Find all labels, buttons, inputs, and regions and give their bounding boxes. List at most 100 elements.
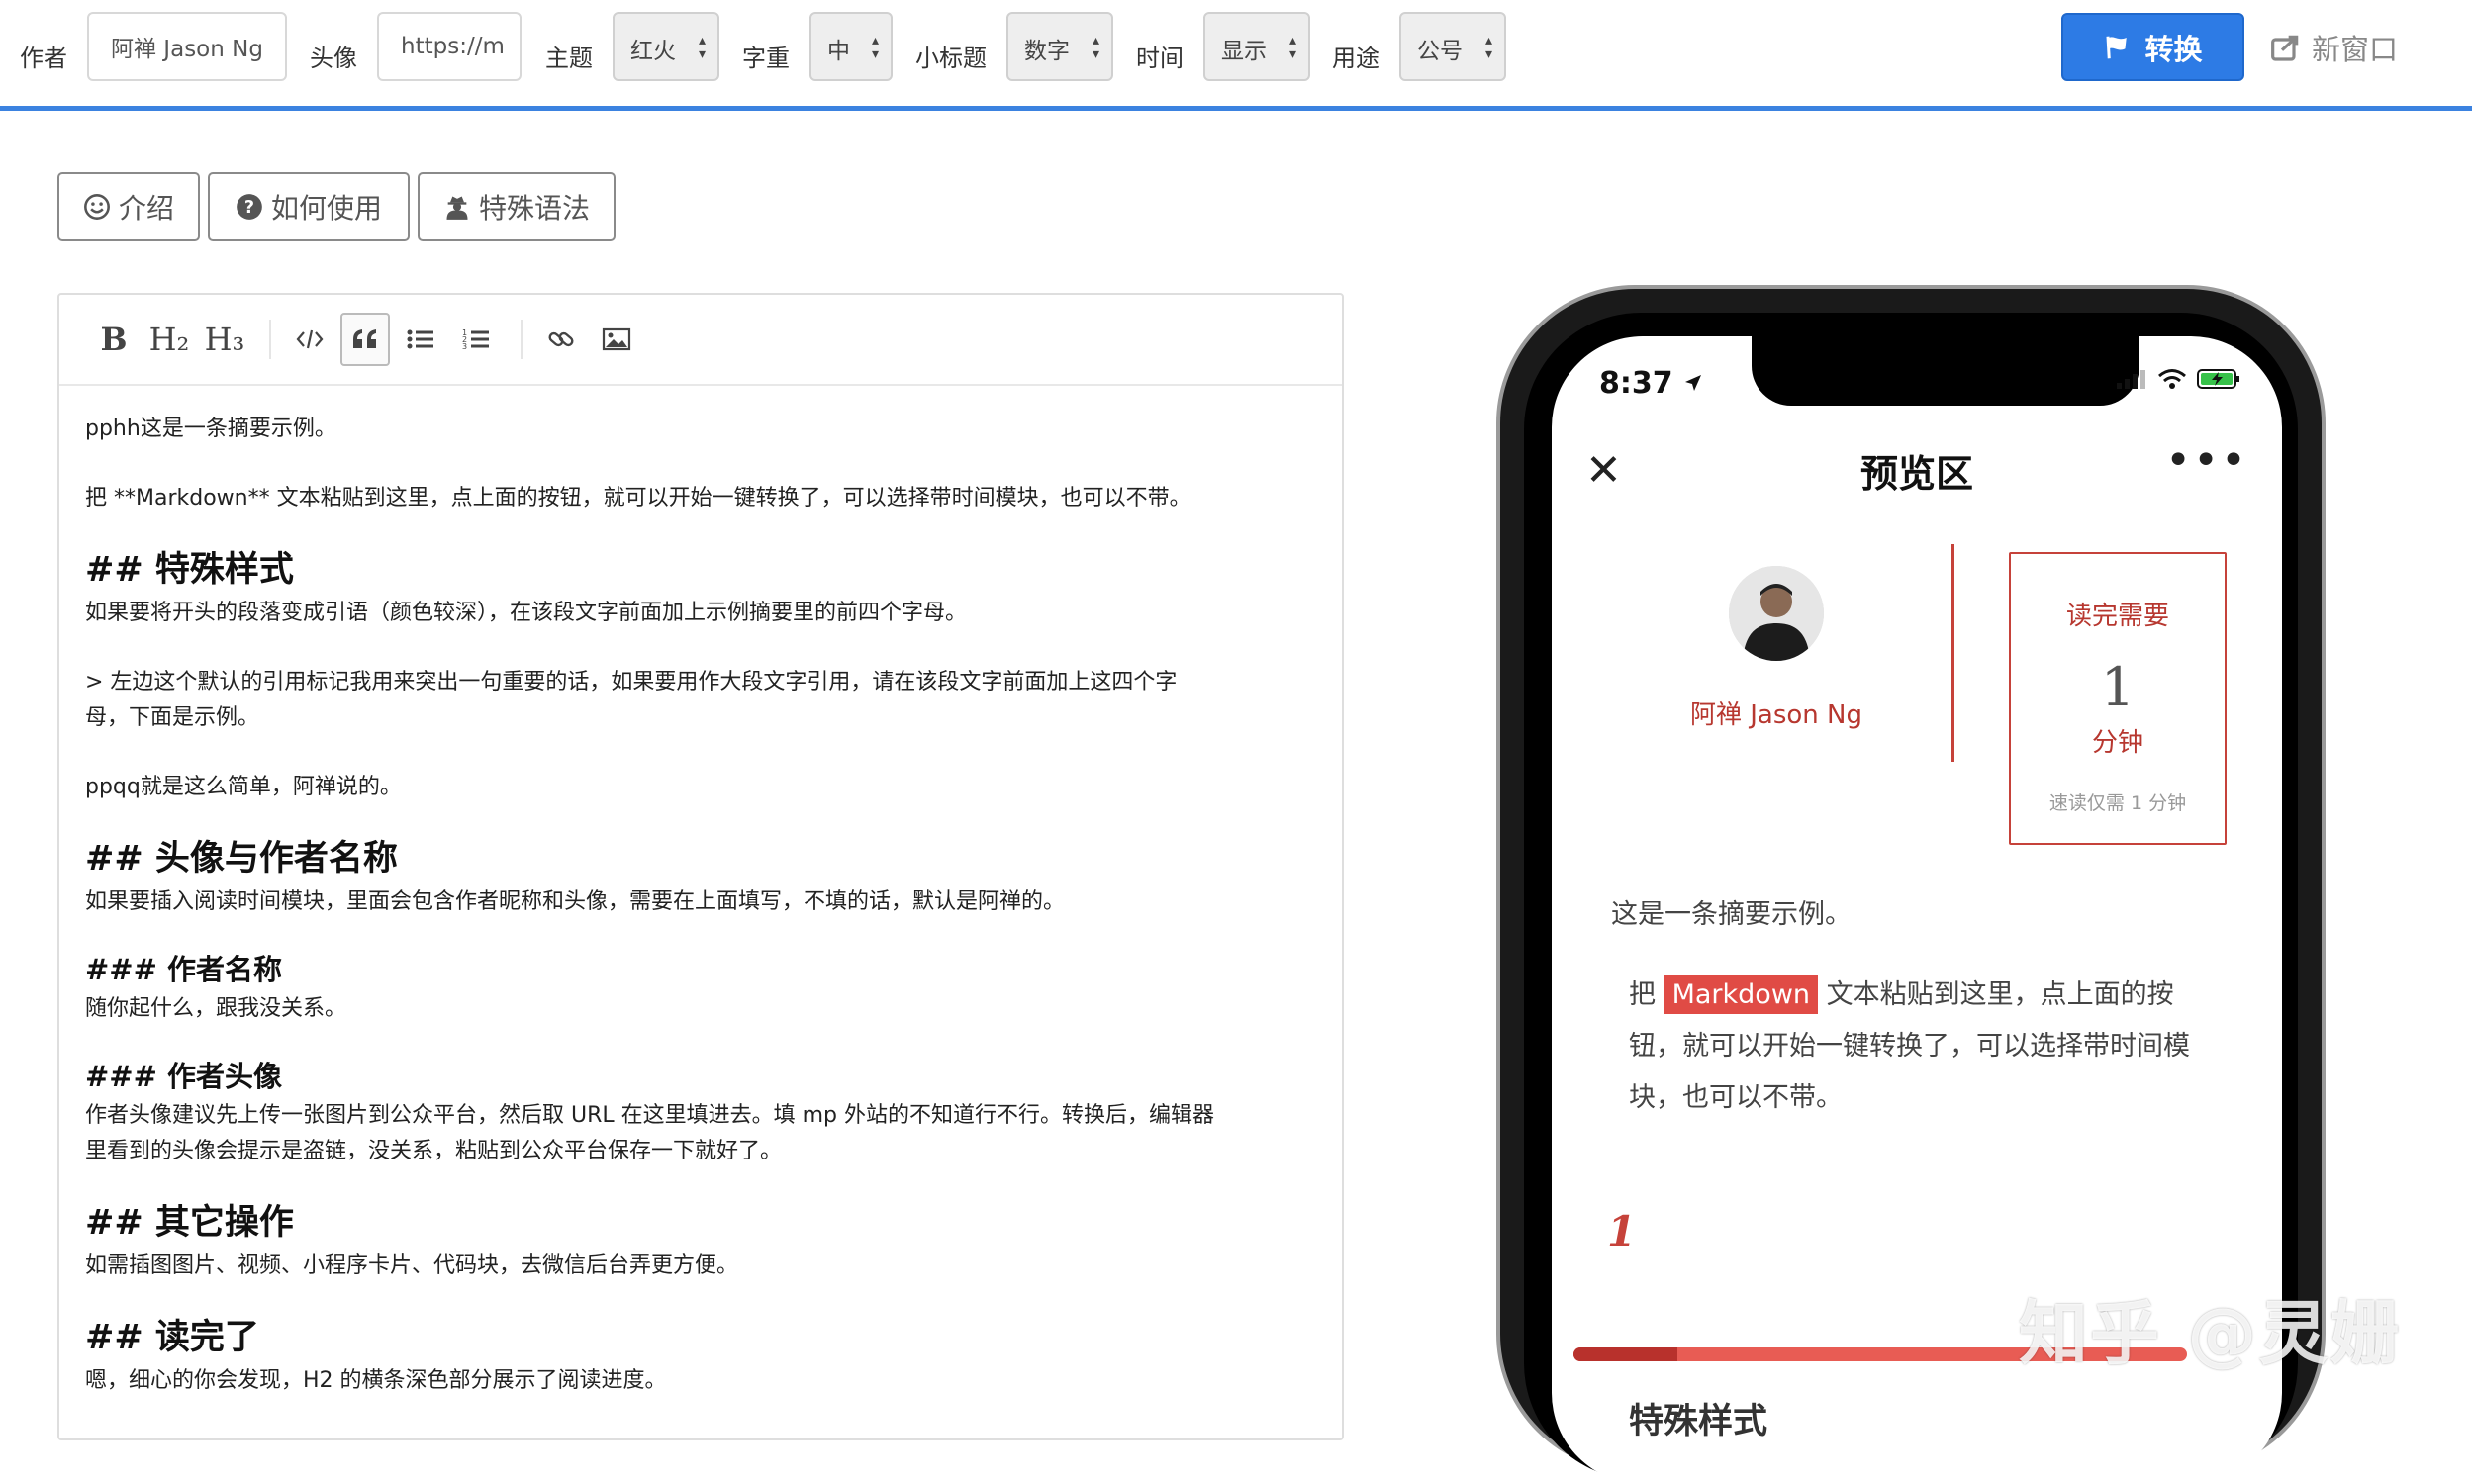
editor-heading: ### 作者名称 bbox=[85, 953, 282, 986]
section-number: 1 bbox=[1607, 1207, 1637, 1255]
read-time-box: 读完需要 1 分钟 速读仅需 1 分钟 bbox=[2009, 552, 2227, 845]
new-window-label: 新窗口 bbox=[2312, 33, 2399, 66]
image-button[interactable] bbox=[592, 313, 641, 366]
status-time-text: 8:37 bbox=[1599, 366, 1673, 401]
convert-label: 转换 bbox=[2144, 32, 2203, 66]
battery-charging-icon bbox=[2197, 369, 2239, 389]
purpose-select[interactable]: 公号 ▴ ▾ bbox=[1399, 12, 1506, 81]
theme-select[interactable]: 红火 ▴ ▾ bbox=[613, 12, 719, 81]
editor-line: 随你起什么，跟我没关系。 bbox=[85, 996, 347, 1021]
editor-toolbar: B H₂ H₃ 1 2 3 bbox=[59, 295, 1342, 386]
convert-button[interactable]: 转换 bbox=[2061, 13, 2244, 81]
question-circle-icon: ? bbox=[237, 194, 262, 220]
preview-paragraph: 把 Markdown 文本粘贴到这里，点上面的按钮，就可以开始一键转换了，可以选… bbox=[1629, 970, 2213, 1124]
avatar-image bbox=[1729, 566, 1824, 661]
editor-line: 如果要将开头的段落变成引语（颜色较深），在该段文字前面加上示例摘要里的前四个字母… bbox=[85, 601, 968, 625]
time-label: 时间 bbox=[1136, 44, 1184, 72]
link-button[interactable] bbox=[536, 313, 586, 366]
purpose-select-value: 公号 bbox=[1417, 39, 1463, 64]
watermark: 知乎 @灵姗 bbox=[2019, 1293, 2402, 1374]
convert-icon bbox=[2106, 36, 2128, 58]
author-name: 阿禅 Jason Ng bbox=[1689, 700, 1862, 730]
editor-line: pphh这是一条摘要示例。 bbox=[85, 417, 336, 441]
toolbar-divider bbox=[269, 320, 271, 359]
h2-button[interactable]: H₂ bbox=[144, 313, 194, 366]
ordered-list-button[interactable]: 1 2 3 bbox=[451, 313, 501, 366]
code-button[interactable] bbox=[285, 313, 334, 366]
avatar-url-input[interactable]: https://m bbox=[377, 12, 522, 81]
editor-heading: ## 其它操作 bbox=[85, 1203, 294, 1243]
external-link-icon bbox=[2271, 35, 2299, 61]
h3-button[interactable]: H₃ bbox=[200, 313, 249, 366]
unordered-list-button[interactable] bbox=[396, 313, 445, 366]
list-ol-icon: 1 2 3 bbox=[462, 328, 489, 351]
tab-how-to-use[interactable]: ? 如何使用 bbox=[208, 172, 410, 241]
avatar-group: 头像 https://m bbox=[310, 12, 522, 81]
time-select-value: 显示 bbox=[1221, 39, 1267, 64]
weight-select[interactable]: 中 ▴ ▾ bbox=[809, 12, 893, 81]
select-arrows-icon: ▴ ▾ bbox=[871, 33, 879, 62]
editor-line: 把 **Markdown** 文本粘贴到这里，点上面的按钮，就可以开始一键转换了… bbox=[85, 486, 1191, 510]
status-time: 8:37 bbox=[1599, 366, 1703, 401]
author-input[interactable]: 阿禅 Jason Ng bbox=[87, 12, 287, 81]
read-time-number: 1 bbox=[2100, 656, 2136, 718]
author-group: 作者 阿禅 Jason Ng bbox=[20, 12, 287, 81]
editor-line: ppqq就是这么简单，阿禅说的。 bbox=[85, 775, 402, 799]
author-label: 作者 bbox=[20, 44, 67, 72]
location-arrow-icon bbox=[1685, 375, 1702, 391]
markdown-editor: B H₂ H₃ 1 2 3 pphh这是一条摘要示例。 把 **Markdown… bbox=[57, 293, 1344, 1440]
subtitle-group: 小标题 数字 ▴ ▾ bbox=[915, 12, 1113, 81]
purpose-group: 用途 公号 ▴ ▾ bbox=[1332, 12, 1506, 81]
editor-line: 作者头像建议先上传一张图片到公众平台，然后取 URL 在这里填进去。填 mp 外… bbox=[85, 1103, 1215, 1163]
new-window-button[interactable]: 新窗口 bbox=[2270, 22, 2398, 73]
editor-content[interactable]: pphh这是一条摘要示例。 把 **Markdown** 文本粘贴到这里，点上面… bbox=[59, 386, 1342, 1399]
reading-progress-fill bbox=[1573, 1347, 1678, 1361]
toolbar-divider bbox=[521, 320, 523, 359]
list-ul-icon bbox=[407, 329, 433, 349]
read-time-note: 速读仅需 1 分钟 bbox=[2048, 792, 2187, 814]
theme-select-value: 红火 bbox=[630, 39, 676, 64]
smile-icon bbox=[84, 194, 110, 220]
quote-icon bbox=[353, 329, 376, 348]
bold-button[interactable]: B bbox=[89, 313, 139, 366]
tab-how-to-use-label: 如何使用 bbox=[270, 192, 382, 225]
editor-line: 如需插图图片、视频、小程序卡片、代码块，去微信后台弄更方便。 bbox=[85, 1253, 739, 1278]
editor-heading: ## 读完了 bbox=[85, 1318, 259, 1357]
quote-button[interactable] bbox=[340, 313, 390, 366]
subtitle-label: 小标题 bbox=[915, 44, 987, 72]
select-arrows-icon: ▴ ▾ bbox=[1092, 33, 1099, 62]
select-arrows-icon: ▴ ▾ bbox=[1484, 33, 1492, 62]
tab-special-syntax-label: 特殊语法 bbox=[478, 192, 590, 225]
read-time-unit: 分钟 bbox=[2091, 728, 2143, 758]
editor-line: 如果要插入阅读时间模块，里面会包含作者昵称和头像，需要在上面填写，不填的话，默认… bbox=[85, 889, 1066, 914]
svg-text:?: ? bbox=[244, 198, 254, 218]
code-icon bbox=[296, 329, 324, 349]
subtitle-select-value: 数字 bbox=[1024, 39, 1070, 64]
avatar-label: 头像 bbox=[310, 44, 357, 72]
select-arrows-icon: ▴ ▾ bbox=[698, 33, 706, 62]
author-card: 阿禅 Jason Ng bbox=[1663, 566, 1890, 731]
time-select[interactable]: 显示 ▴ ▾ bbox=[1203, 12, 1310, 81]
weight-group: 字重 中 ▴ ▾ bbox=[742, 12, 893, 81]
preview-text: 把 bbox=[1629, 979, 1664, 1010]
top-toolbar: 作者 阿禅 Jason Ng 头像 https://m 主题 红火 ▴ ▾ 字重 … bbox=[0, 0, 2472, 111]
highlight-markdown: Markdown bbox=[1664, 975, 1819, 1014]
time-group: 时间 显示 ▴ ▾ bbox=[1136, 12, 1310, 81]
subtitle-select[interactable]: 数字 ▴ ▾ bbox=[1006, 12, 1113, 81]
read-time-title: 读完需要 bbox=[2065, 602, 2169, 631]
editor-line: > 左边这个默认的引用标记我用来突出一句重要的话，如果要用作大段文字引用，请在该… bbox=[85, 670, 1178, 730]
weight-select-value: 中 bbox=[827, 39, 850, 64]
more-icon[interactable]: ••• bbox=[2165, 435, 2248, 486]
weight-label: 字重 bbox=[742, 44, 790, 72]
select-arrows-icon: ▴ ▾ bbox=[1288, 33, 1296, 62]
tab-special-syntax[interactable]: 特殊语法 bbox=[418, 172, 616, 241]
editor-heading: ## 头像与作者名称 bbox=[85, 839, 398, 879]
divider-line bbox=[1951, 544, 1954, 762]
wifi-icon bbox=[2158, 369, 2186, 389]
avatar bbox=[1729, 566, 1824, 661]
image-icon bbox=[602, 327, 631, 351]
tab-intro[interactable]: 介绍 bbox=[57, 172, 200, 241]
svg-text:3: 3 bbox=[462, 342, 467, 351]
status-icons bbox=[2116, 368, 2240, 390]
phone-notch bbox=[1752, 336, 2139, 406]
